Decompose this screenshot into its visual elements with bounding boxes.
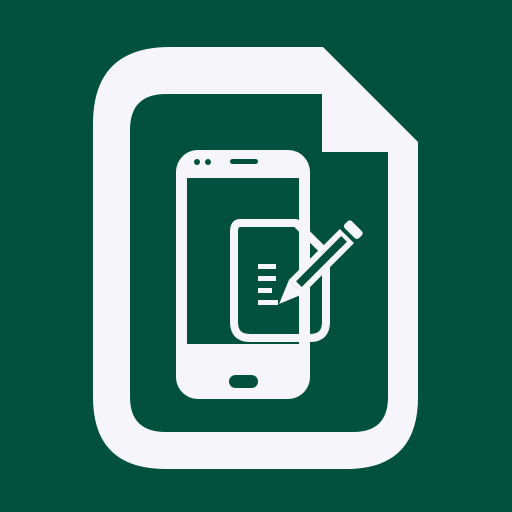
sensor-dot — [205, 159, 211, 165]
speaker-slot — [230, 159, 258, 164]
home-button — [229, 375, 258, 388]
app-icon — [0, 0, 512, 512]
smartphone-icon — [176, 150, 310, 399]
camera-dot — [194, 159, 200, 165]
